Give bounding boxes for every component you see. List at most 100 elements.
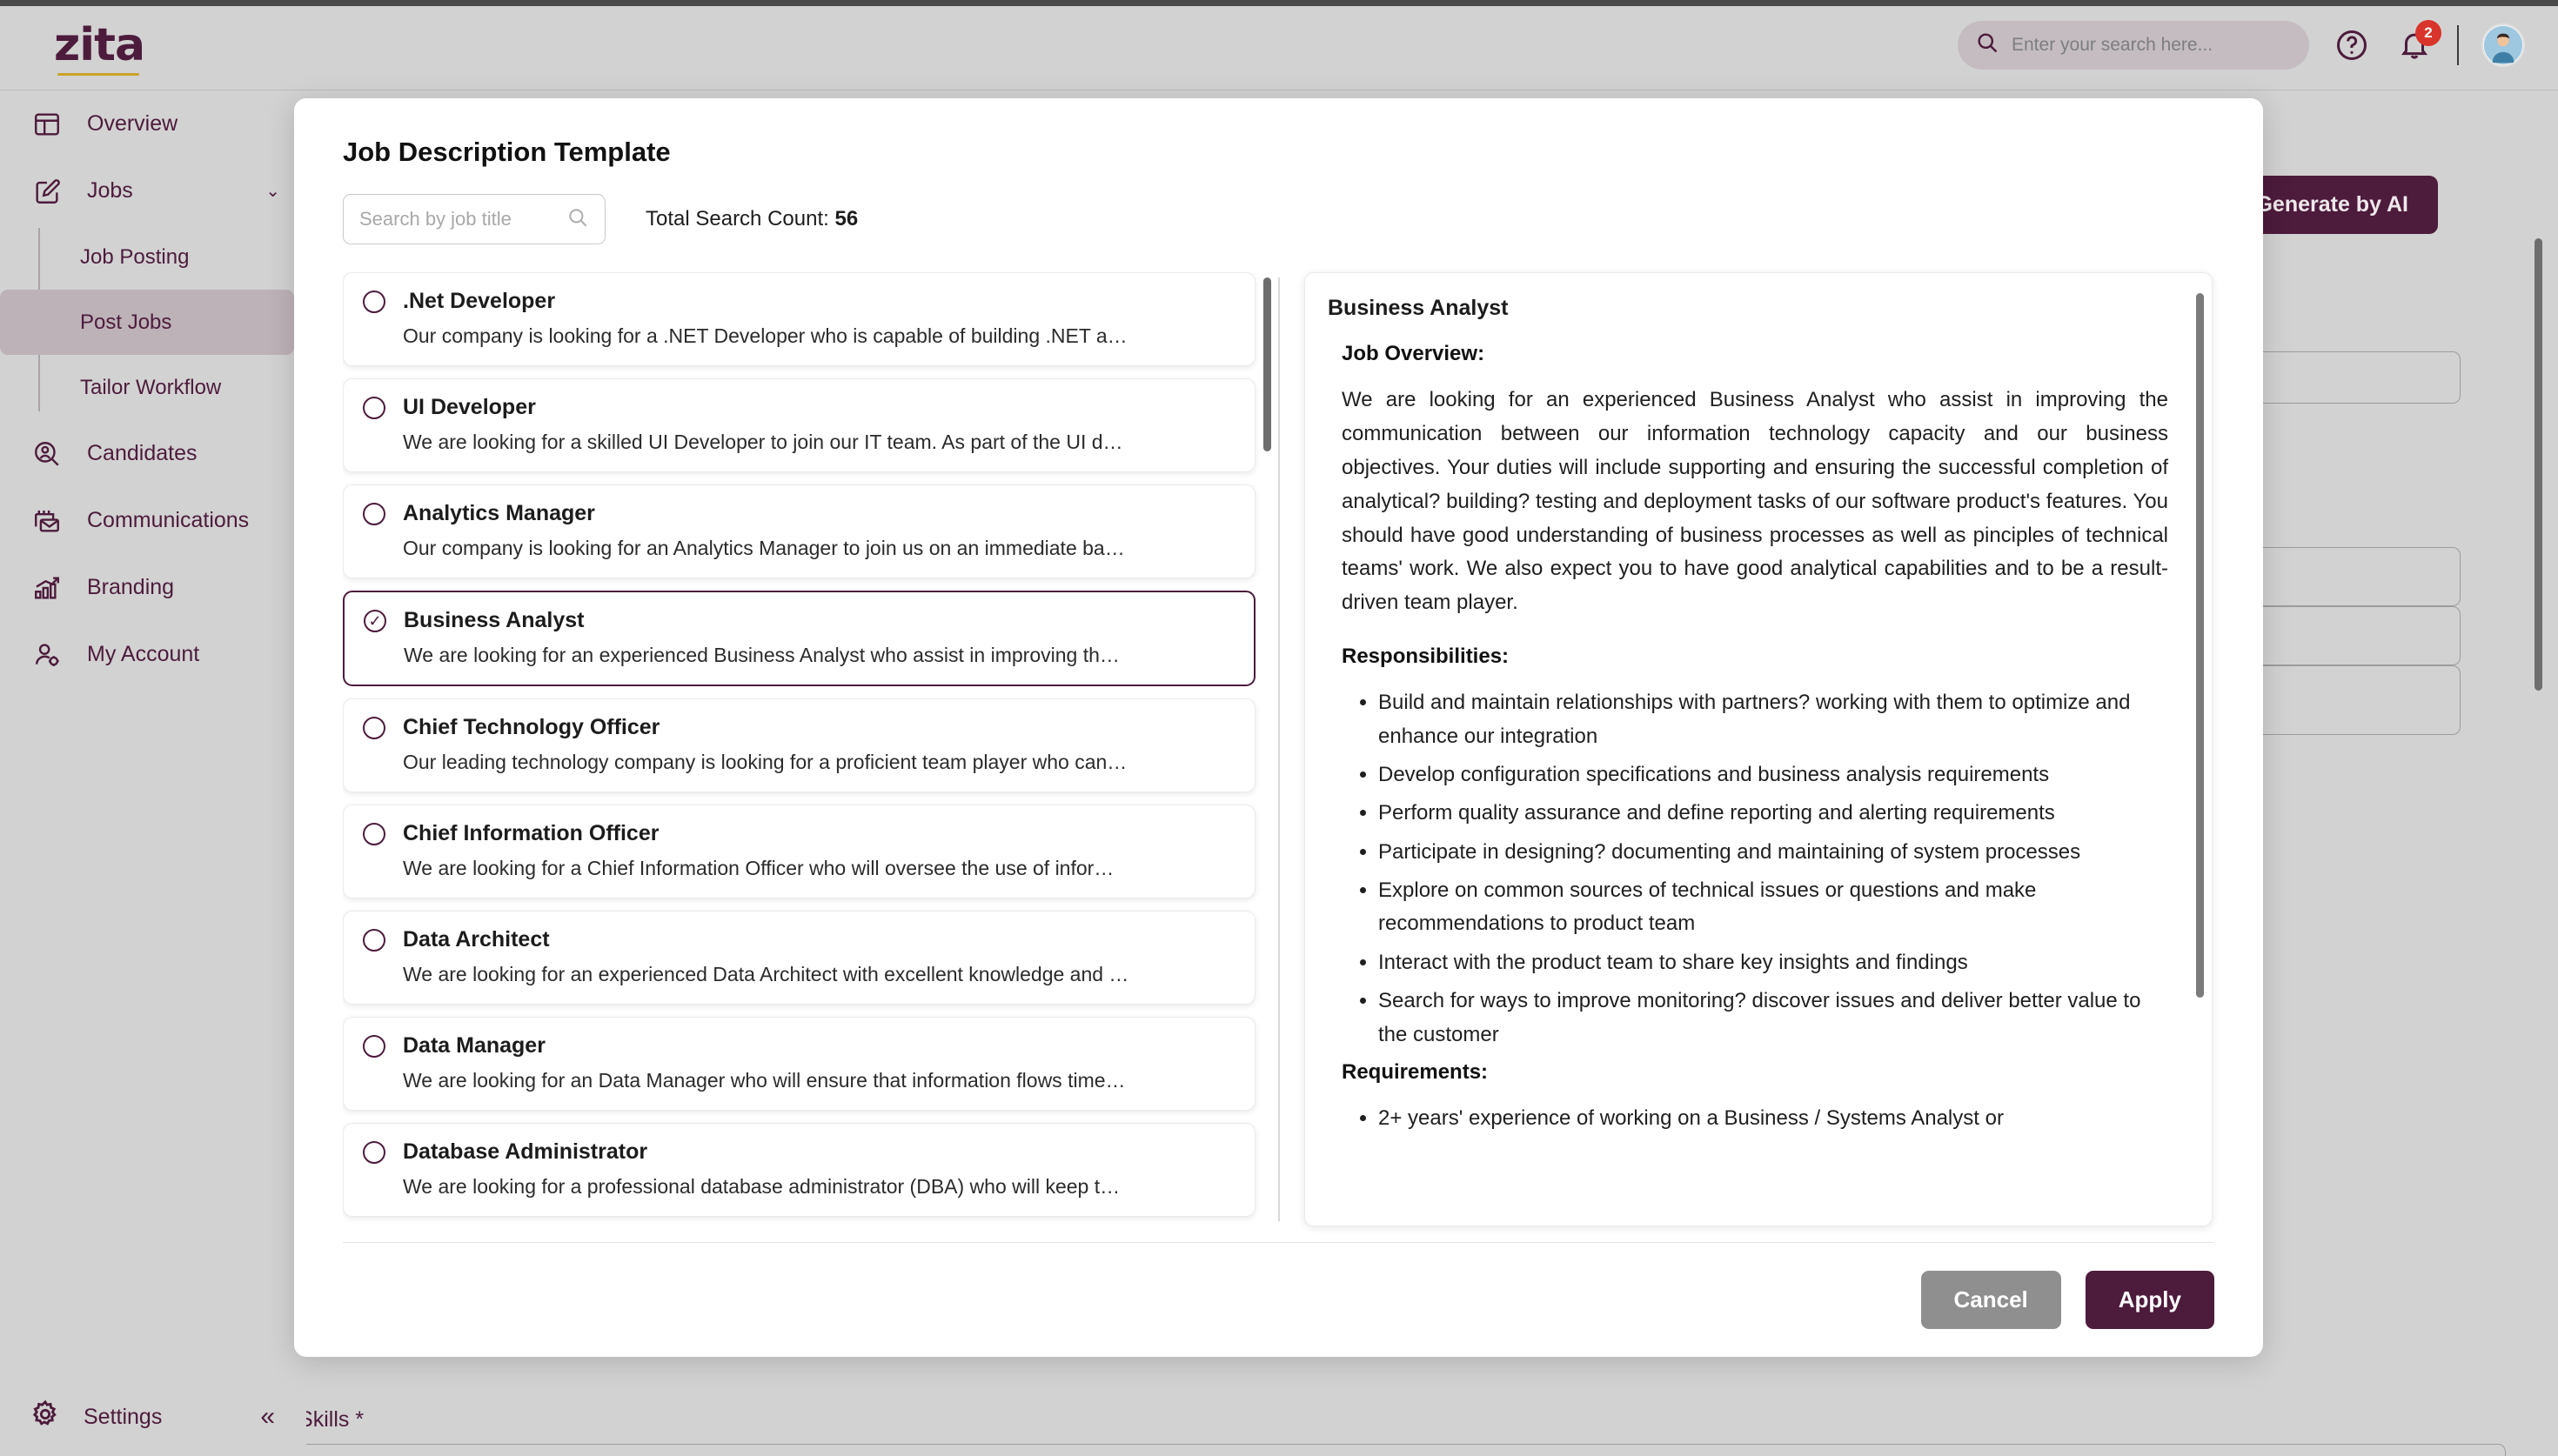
job-item-description: We are looking for an experienced Data A… — [403, 963, 1129, 985]
job-description-template-modal: Job Description Template Total Search Co… — [294, 98, 2263, 1357]
job-item-description: Our leading technology company is lookin… — [403, 751, 1128, 773]
help-circle-icon[interactable] — [2332, 25, 2372, 65]
job-item-title: Data Manager — [403, 1033, 546, 1058]
radio-unchecked-icon[interactable]: ✓ — [363, 716, 385, 739]
sidebar-item-label: Communications — [87, 508, 250, 532]
apply-button[interactable]: Apply — [2085, 1271, 2214, 1329]
application-root: zita Enter your search here... 2 Overvie… — [0, 0, 2558, 1456]
radio-checked-icon[interactable]: ✓ — [364, 609, 386, 632]
job-item-description: We are looking for a Chief Information O… — [403, 857, 1115, 879]
search-icon[interactable] — [566, 206, 589, 233]
bg-form-field-2[interactable] — [2229, 547, 2461, 606]
calendar-mail-icon — [30, 504, 64, 538]
radio-unchecked-icon[interactable]: ✓ — [363, 928, 385, 952]
chevron-double-left-icon[interactable]: « — [260, 1404, 275, 1430]
detail-requirement-item: 2+ years' experience of working on a Bus… — [1378, 1102, 2168, 1135]
gear-icon — [30, 1399, 61, 1436]
bell-icon[interactable]: 2 — [2394, 19, 2441, 65]
detail-responsibility-item: Develop configuration specifications and… — [1378, 758, 2168, 791]
job-item-head: ✓ Chief Technology Officer — [363, 715, 1235, 740]
mandatory-skills-input[interactable] — [190, 1444, 2506, 1456]
sidebar-item-post-jobs[interactable]: Post Jobs — [0, 290, 294, 355]
job-detail-card: Business Analyst Job Overview: We are lo… — [1304, 272, 2213, 1226]
modal-search-row: Total Search Count: 56 — [343, 194, 2214, 244]
count-label: Total Search Count: — [646, 207, 829, 230]
job-item-description: We are looking for a skilled UI Develope… — [403, 431, 1123, 453]
job-list-scroll-area[interactable]: ✓ .Net Developer Our company is looking fo… — [343, 272, 1278, 1226]
bg-form-field-1[interactable] — [2229, 351, 2461, 404]
job-template-item[interactable]: ✓ .Net Developer Our company is looking fo… — [343, 272, 1256, 366]
job-item-head: ✓ Business Analyst — [364, 608, 1235, 633]
job-template-item[interactable]: ✓ Analytics Manager Our company is looking… — [343, 484, 1256, 578]
job-item-description: Our company is looking for a .NET Develo… — [403, 324, 1128, 347]
detail-requirements-heading: Requirements: — [1342, 1060, 1489, 1085]
avatar[interactable] — [2481, 23, 2525, 67]
count-value: 56 — [834, 207, 859, 230]
modal-body: ✓ .Net Developer Our company is looking fo… — [343, 272, 2214, 1226]
pane-divider — [1278, 277, 1280, 1221]
job-item-title: Analytics Manager — [403, 501, 595, 525]
radio-unchecked-icon[interactable]: ✓ — [363, 1140, 385, 1164]
detail-responsibility-item: Interact with the product team to share … — [1378, 946, 2168, 979]
sidebar-item-tailor-workflow[interactable]: Tailor Workflow — [0, 355, 294, 420]
sidebar-item-settings[interactable]: Settings « — [0, 1378, 306, 1456]
user-search-icon — [30, 437, 64, 471]
divider — [2457, 24, 2459, 65]
sidebar-item-branding[interactable]: Branding — [0, 554, 306, 621]
page-scrollbar[interactable] — [2535, 238, 2542, 691]
detail-responsibilities-list: Build and maintain relationships with pa… — [1378, 686, 2168, 1052]
sidebar-subitem-label: Job Posting — [80, 244, 190, 269]
job-template-item[interactable]: ✓ Chief Information Officer We are looking… — [343, 805, 1256, 898]
job-title-search-input[interactable] — [359, 208, 566, 230]
job-item-description: We are looking for a professional databa… — [403, 1175, 1121, 1198]
sidebar-item-label: My Account — [87, 642, 200, 666]
job-template-item[interactable]: ✓ Chief Technology Officer Our leading tec… — [343, 698, 1256, 792]
job-template-item[interactable]: ✓ UI Developer We are looking for a skille… — [343, 378, 1256, 472]
sidebar-item-candidates[interactable]: Candidates — [0, 420, 306, 487]
job-item-description: We are looking for an Data Manager who w… — [403, 1069, 1126, 1092]
job-template-item[interactable]: ✓ Business Analyst We are looking for an e… — [343, 591, 1256, 686]
job-detail-scrollbar[interactable] — [2196, 293, 2204, 998]
global-search[interactable] — [1958, 20, 2309, 70]
sidebar-item-label: Candidates — [87, 441, 198, 465]
sidebar-item-communications[interactable]: Communications — [0, 487, 306, 554]
top-bar: zita Enter your search here... 2 — [0, 0, 2558, 90]
search-icon — [1975, 30, 1999, 59]
bg-form-field-3[interactable] — [2229, 606, 2461, 665]
edit-square-icon — [30, 174, 64, 209]
job-item-head: ✓ UI Developer — [363, 395, 1235, 420]
detail-responsibility-item: Participate in designing? documenting an… — [1378, 836, 2168, 869]
detail-responsibilities-heading: Responsibilities: — [1342, 645, 1510, 669]
job-item-title: Data Architect — [403, 927, 550, 952]
job-template-item[interactable]: ✓ Data Manager We are looking for an Data … — [343, 1017, 1256, 1111]
radio-unchecked-icon[interactable]: ✓ — [363, 396, 385, 419]
job-item-head: ✓ Database Administrator — [363, 1139, 1235, 1165]
radio-unchecked-icon[interactable]: ✓ — [363, 502, 385, 525]
radio-unchecked-icon[interactable]: ✓ — [363, 822, 385, 845]
job-template-list: ✓ .Net Developer Our company is looking fo… — [343, 272, 1278, 1226]
notification-badge: 2 — [2415, 19, 2441, 46]
job-list-scrollbar[interactable] — [1263, 277, 1271, 451]
sidebar-item-jobs[interactable]: Jobs ⌄ — [0, 157, 306, 224]
detail-responsibility-item: Explore on common sources of technical i… — [1378, 874, 2168, 941]
job-item-title: .Net Developer — [403, 289, 556, 313]
sidebar-item-my-account[interactable]: My Account — [0, 621, 306, 688]
sidebar-item-job-posting[interactable]: Job Posting — [0, 224, 294, 290]
app-logo[interactable]: zita — [54, 23, 145, 76]
job-template-item[interactable]: ✓ Data Architect We are looking for an exp… — [343, 911, 1256, 1005]
job-item-head: ✓ Chief Information Officer — [363, 821, 1235, 846]
job-template-item[interactable]: ✓ Database Administrator We are looking fo… — [343, 1123, 1256, 1217]
global-search-input[interactable] — [2012, 34, 2292, 56]
sidebar-item-overview[interactable]: Overview — [0, 90, 306, 157]
job-detail-pane: Business Analyst Job Overview: We are lo… — [1304, 272, 2214, 1226]
sidebar-subitem-label: Post Jobs — [80, 310, 172, 334]
cancel-button[interactable]: Cancel — [1920, 1271, 2061, 1329]
user-gear-icon — [30, 638, 64, 672]
job-item-title: Business Analyst — [404, 608, 585, 632]
radio-unchecked-icon[interactable]: ✓ — [363, 290, 385, 313]
radio-unchecked-icon[interactable]: ✓ — [363, 1034, 385, 1058]
sidebar-subitem-label: Tailor Workflow — [80, 375, 222, 399]
job-title-search[interactable] — [343, 194, 606, 244]
bg-form-field-4[interactable] — [2229, 665, 2461, 735]
job-item-title: UI Developer — [403, 395, 536, 419]
